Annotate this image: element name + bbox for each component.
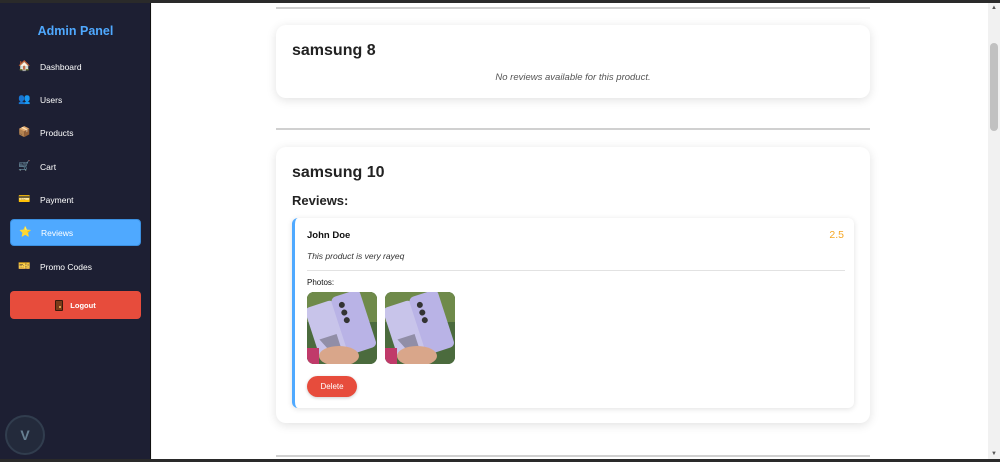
- reviewer-name: John Doe: [307, 230, 351, 241]
- sidebar-item-label: Users: [40, 94, 63, 105]
- section-divider: [276, 7, 870, 9]
- users-icon: 👥: [18, 94, 31, 105]
- scroll-down-icon[interactable]: ▼: [991, 451, 997, 457]
- sidebar-item-payment[interactable]: 💳 Payment: [10, 186, 141, 213]
- ticket-icon: 🎫: [18, 261, 31, 272]
- cart-icon: 🛒: [18, 161, 31, 172]
- watermark-logo: V: [5, 415, 45, 455]
- logout-label: Logout: [70, 300, 96, 310]
- sidebar-item-promo-codes[interactable]: 🎫 Promo Codes: [10, 253, 141, 280]
- main-content: samsung 8 No reviews available for this …: [152, 3, 988, 459]
- photos-label: Photos:: [307, 278, 335, 287]
- sidebar-item-label: Reviews: [41, 227, 74, 238]
- card-icon: 💳: [18, 194, 31, 205]
- page-scrollbar[interactable]: ▲ ▼: [988, 3, 1000, 459]
- delete-review-button[interactable]: Delete: [307, 376, 357, 397]
- section-divider: [276, 128, 870, 130]
- review-divider: [307, 270, 845, 271]
- product-title: samsung 10: [292, 164, 385, 181]
- sidebar-item-label: Payment: [40, 194, 74, 205]
- sidebar-title: Admin Panel: [37, 24, 114, 38]
- section-divider: [276, 455, 870, 457]
- star-icon: ⭐: [19, 227, 32, 238]
- no-reviews-message: No reviews available for this product.: [495, 72, 651, 83]
- door-icon: [55, 299, 64, 311]
- reviews-heading: Reviews:: [292, 193, 349, 208]
- review-photo[interactable]: [307, 292, 377, 364]
- sidebar-item-dashboard[interactable]: 🏠 Dashboard: [10, 53, 141, 80]
- review-rating: 2.5: [829, 229, 844, 241]
- sidebar-item-products[interactable]: 📦 Products: [10, 119, 141, 146]
- scroll-up-icon[interactable]: ▲: [991, 5, 997, 11]
- sidebar-item-label: Cart: [40, 161, 57, 172]
- product-card: samsung 10 Reviews: John Doe 2.5 This pr…: [276, 147, 870, 423]
- product-card: samsung 8 No reviews available for this …: [276, 25, 870, 98]
- scrollbar-thumb[interactable]: [990, 43, 998, 131]
- sidebar-item-reviews[interactable]: ⭐ Reviews: [10, 219, 141, 246]
- review-photo[interactable]: [385, 292, 455, 364]
- sidebar-item-users[interactable]: 👥 Users: [10, 86, 141, 113]
- home-icon: 🏠: [18, 61, 31, 72]
- sidebar-item-label: Dashboard: [40, 61, 82, 72]
- sidebar-item-cart[interactable]: 🛒 Cart: [10, 153, 141, 180]
- sidebar-item-label: Promo Codes: [40, 261, 92, 272]
- review-card: John Doe 2.5 This product is very rayeq …: [292, 218, 854, 408]
- product-title: samsung 8: [292, 42, 376, 59]
- review-comment: This product is very rayeq: [307, 251, 405, 261]
- sidebar-item-label: Products: [40, 127, 74, 138]
- box-icon: 📦: [18, 127, 31, 138]
- sidebar: Admin Panel 🏠 Dashboard 👥 Users 📦 Produc…: [0, 3, 151, 459]
- logout-button[interactable]: Logout: [10, 291, 141, 319]
